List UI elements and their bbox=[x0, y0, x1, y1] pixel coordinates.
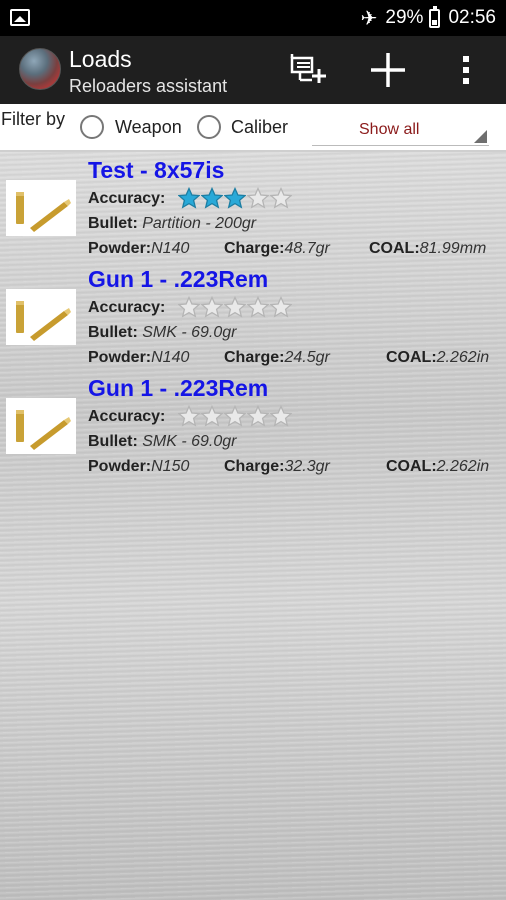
charge-label: Charge: bbox=[224, 458, 285, 475]
list-item[interactable]: Test - 8x57is Accuracy: Bullet: Partitio… bbox=[0, 152, 506, 260]
cartridge-thumbnail bbox=[6, 289, 76, 345]
image-notification-icon bbox=[10, 9, 30, 26]
charge-row: Charge:24.5gr bbox=[224, 349, 330, 367]
app-logo[interactable] bbox=[19, 48, 61, 90]
bullet-row: Bullet: Partition - 200gr bbox=[88, 215, 256, 233]
caliber-radio[interactable] bbox=[197, 115, 221, 139]
coal-value: 2.262in bbox=[436, 349, 490, 366]
status-indicators: ✈ 29% 02:56 bbox=[361, 0, 496, 36]
star-empty-icon bbox=[247, 405, 269, 427]
accuracy-label: Accuracy: bbox=[88, 408, 166, 425]
cartridge-thumbnail bbox=[6, 180, 76, 236]
charge-value: 32.3gr bbox=[284, 458, 330, 475]
star-empty-icon bbox=[178, 296, 200, 318]
charge-label: Charge: bbox=[224, 349, 285, 366]
accuracy-rating bbox=[178, 296, 292, 318]
powder-value: N140 bbox=[151, 349, 190, 366]
bullet-row: Bullet: SMK - 69.0gr bbox=[88, 433, 237, 451]
list-item[interactable]: Gun 1 - .223Rem Accuracy: Bullet: SMK - … bbox=[0, 261, 506, 369]
star-empty-icon bbox=[270, 187, 292, 209]
powder-label: Powder: bbox=[88, 458, 152, 475]
clock: 02:56 bbox=[448, 7, 496, 28]
caliber-radio-label[interactable]: Caliber bbox=[231, 117, 288, 138]
filter-add-icon[interactable] bbox=[288, 50, 328, 90]
coal-label: COAL: bbox=[386, 458, 437, 475]
loads-list: Test - 8x57is Accuracy: Bullet: Partitio… bbox=[0, 152, 506, 900]
load-title: Gun 1 - .223Rem bbox=[88, 375, 269, 401]
weapon-radio-label[interactable]: Weapon bbox=[115, 117, 182, 138]
powder-row: Powder:N140 bbox=[88, 349, 189, 367]
add-icon[interactable] bbox=[368, 50, 408, 90]
bullet-value: SMK - 69.0gr bbox=[142, 324, 237, 341]
filter-label: Filter by bbox=[1, 109, 66, 129]
star-filled-icon bbox=[201, 187, 223, 209]
app-subtitle: Reloaders assistant bbox=[69, 76, 228, 96]
filter-bar: Filter by Weapon Caliber Show all bbox=[0, 104, 506, 152]
coal-label: COAL: bbox=[386, 349, 437, 366]
charge-value: 24.5gr bbox=[284, 349, 330, 366]
star-empty-icon bbox=[178, 405, 200, 427]
powder-value: N150 bbox=[151, 458, 190, 475]
charge-row: Charge:32.3gr bbox=[224, 458, 330, 476]
star-empty-icon bbox=[270, 405, 292, 427]
star-empty-icon bbox=[201, 296, 223, 318]
coal-label: COAL: bbox=[369, 240, 420, 257]
powder-label: Powder: bbox=[88, 240, 152, 257]
star-empty-icon bbox=[224, 405, 246, 427]
accuracy-label: Accuracy: bbox=[88, 190, 166, 207]
overflow-menu-icon[interactable] bbox=[446, 50, 486, 90]
accuracy-rating bbox=[178, 187, 292, 209]
load-title: Test - 8x57is bbox=[88, 157, 225, 183]
star-filled-icon bbox=[224, 187, 246, 209]
powder-value: N140 bbox=[151, 240, 190, 257]
bullet-label: Bullet: bbox=[88, 433, 138, 450]
action-bar: Loads Reloaders assistant bbox=[0, 36, 506, 104]
dropdown-arrow-icon bbox=[474, 130, 487, 143]
airplane-mode-icon: ✈ bbox=[360, 7, 378, 30]
powder-row: Powder:N150 bbox=[88, 458, 189, 476]
bullet-label: Bullet: bbox=[88, 215, 138, 232]
coal-value: 81.99mm bbox=[419, 240, 487, 257]
star-filled-icon bbox=[178, 187, 200, 209]
charge-value: 48.7gr bbox=[284, 240, 330, 257]
weapon-radio[interactable] bbox=[80, 115, 104, 139]
charge-label: Charge: bbox=[224, 240, 285, 257]
status-bar: ✈ 29% 02:56 bbox=[0, 0, 506, 36]
coal-row: COAL:2.262in bbox=[386, 349, 489, 367]
star-empty-icon bbox=[224, 296, 246, 318]
spinner-selected-value: Show all bbox=[359, 121, 420, 138]
star-empty-icon bbox=[201, 405, 223, 427]
powder-row: Powder:N140 bbox=[88, 240, 189, 258]
bullet-value: Partition - 200gr bbox=[142, 215, 257, 232]
coal-value: 2.262in bbox=[436, 458, 490, 475]
bullet-label: Bullet: bbox=[88, 324, 138, 341]
coal-row: COAL:2.262in bbox=[386, 458, 489, 476]
accuracy-rating bbox=[178, 405, 292, 427]
list-item[interactable]: Gun 1 - .223Rem Accuracy: Bullet: SMK - … bbox=[0, 370, 506, 478]
star-empty-icon bbox=[270, 296, 292, 318]
star-empty-icon bbox=[247, 187, 269, 209]
powder-label: Powder: bbox=[88, 349, 152, 366]
coal-row: COAL:81.99mm bbox=[369, 240, 486, 258]
battery-icon bbox=[429, 5, 441, 28]
app-title: Loads bbox=[69, 46, 132, 72]
charge-row: Charge:48.7gr bbox=[224, 240, 330, 258]
star-empty-icon bbox=[247, 296, 269, 318]
accuracy-label: Accuracy: bbox=[88, 299, 166, 316]
battery-percent: 29% bbox=[385, 7, 424, 28]
bullet-value: SMK - 69.0gr bbox=[142, 433, 237, 450]
cartridge-thumbnail bbox=[6, 398, 76, 454]
load-title: Gun 1 - .223Rem bbox=[88, 266, 269, 292]
filter-spinner[interactable]: Show all bbox=[312, 112, 489, 146]
bullet-row: Bullet: SMK - 69.0gr bbox=[88, 324, 237, 342]
